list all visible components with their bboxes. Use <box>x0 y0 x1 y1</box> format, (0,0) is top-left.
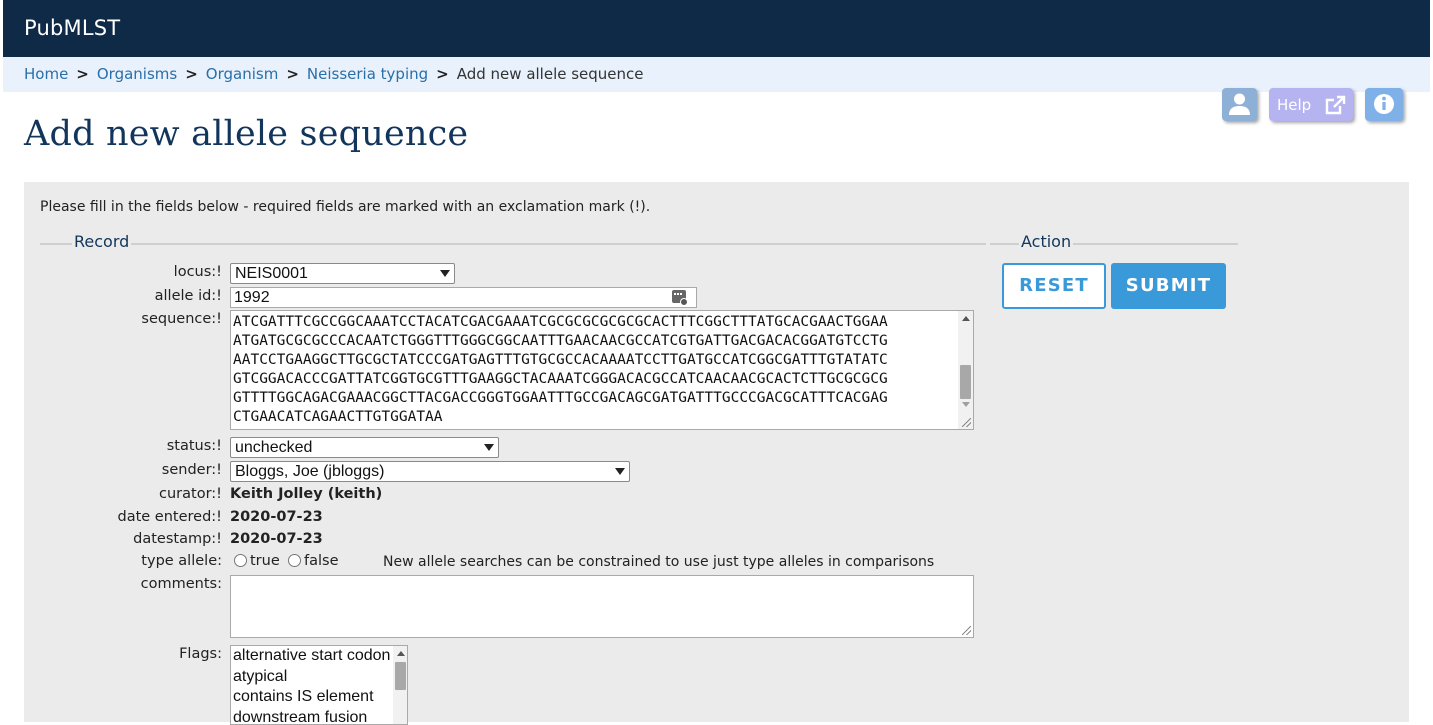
sequence-line: AATCCTGAAGGCTTGCGCTATCCCGATGAGTTTGTGCGCC… <box>233 351 973 370</box>
allele-id-label: allele id:! <box>22 288 222 304</box>
breadcrumb-separator: > <box>436 65 449 83</box>
sequence-line: ATGATGCGCGCCCACAATCTGGGTTTGGGCGGCAATTTGA… <box>233 332 973 351</box>
breadcrumb-home[interactable]: Home <box>24 65 68 83</box>
date-entered-label: date entered:! <box>22 509 222 525</box>
breadcrumb-separator: > <box>185 65 198 83</box>
status-select[interactable]: unchecked <box>230 437 499 458</box>
breadcrumb-organism[interactable]: Organism <box>206 65 279 83</box>
date-entered-value: 2020-07-23 <box>230 509 323 525</box>
status-label: status:! <box>22 438 222 454</box>
curator-value: Keith Jolley (keith) <box>230 486 382 502</box>
user-icon <box>1222 88 1257 121</box>
breadcrumb: Home > Organisms > Organism > Neisseria typing… <box>3 57 1430 92</box>
locus-select-value: NEIS0001 <box>235 265 308 282</box>
sequence-line: GTCGGACACCCGATTATCGGTGCGTTTGAAGGCTACAAAT… <box>233 370 973 389</box>
sequence-label: sequence:! <box>22 311 222 327</box>
type-allele-note: New allele searches can be constrained t… <box>383 554 934 570</box>
status-select-value: unchecked <box>235 439 312 456</box>
resize-handle-icon[interactable] <box>962 418 971 427</box>
user-button[interactable] <box>1222 88 1257 121</box>
sequence-scrollbar[interactable] <box>958 311 973 429</box>
scroll-up-icon[interactable] <box>397 651 405 656</box>
form-panel: Please fill in the fields below - requir… <box>24 182 1409 722</box>
flags-scrollbar[interactable] <box>393 646 407 724</box>
record-fieldset-border <box>40 243 986 245</box>
info-button[interactable] <box>1365 88 1403 121</box>
type-allele-true-label[interactable]: true <box>250 553 280 569</box>
page-title: Add new allele sequence <box>24 114 468 154</box>
record-legend: Record <box>72 232 131 251</box>
allele-id-value: 1992 <box>234 289 270 306</box>
breadcrumb-separator: > <box>76 65 89 83</box>
keyboard-icon[interactable] <box>672 290 688 306</box>
type-allele-true-radio[interactable] <box>234 554 247 567</box>
locus-label: locus:! <box>22 264 222 280</box>
chevron-down-icon <box>615 468 625 475</box>
info-icon <box>1365 88 1403 121</box>
sender-label: sender:! <box>22 462 222 478</box>
sequence-line: GTTTTGGCAGACGAAACGGCTTACGACCGGGTGGAATTTG… <box>233 389 973 408</box>
breadcrumb-organisms[interactable]: Organisms <box>97 65 177 83</box>
sequence-line: CTGAACATCAGAACTTGTGGATAA <box>233 408 973 427</box>
type-allele-label: type allele: <box>22 553 222 569</box>
flags-option[interactable]: downstream fusion <box>231 708 407 725</box>
chevron-down-icon <box>484 444 494 451</box>
comments-textarea[interactable] <box>230 575 974 638</box>
locus-select[interactable]: NEIS0001 <box>230 263 455 284</box>
type-allele-false-label[interactable]: false <box>304 553 339 569</box>
comments-label: comments: <box>22 576 222 592</box>
sequence-textarea[interactable]: ATCGATTTCGCCGGCAAATCCTACATCGACGAAATCGCGC… <box>230 310 974 430</box>
sender-select-value: Bloggs, Joe (jbloggs) <box>235 463 384 480</box>
chevron-down-icon <box>440 270 450 277</box>
breadcrumb-separator: > <box>286 65 299 83</box>
reset-button[interactable]: RESET <box>1002 263 1106 309</box>
datestamp-label: datestamp:! <box>22 531 222 547</box>
scroll-down-icon[interactable] <box>962 402 970 407</box>
action-legend: Action <box>1019 232 1073 251</box>
scrollbar-thumb[interactable] <box>960 365 971 399</box>
flags-listbox[interactable]: alternative start codon atypical contain… <box>230 645 408 725</box>
form-instructions: Please fill in the fields below - requir… <box>40 199 650 215</box>
type-allele-false-radio[interactable] <box>288 554 301 567</box>
site-brand[interactable]: PubMLST <box>24 16 120 40</box>
sender-select[interactable]: Bloggs, Joe (jbloggs) <box>230 461 630 482</box>
help-button[interactable]: Help <box>1269 88 1353 121</box>
submit-button[interactable]: SUBMIT <box>1111 263 1226 309</box>
top-navbar: PubMLST <box>3 0 1430 57</box>
help-label: Help <box>1277 96 1311 114</box>
flags-option[interactable]: contains IS element <box>231 687 407 708</box>
external-link-icon <box>1323 94 1347 116</box>
flags-option[interactable]: alternative start codon <box>231 646 407 667</box>
flags-label: Flags: <box>22 646 222 662</box>
sequence-line: ATCGATTTCGCCGGCAAATCCTACATCGACGAAATCGCGC… <box>233 313 973 332</box>
resize-handle-icon[interactable] <box>962 626 971 635</box>
scroll-up-icon[interactable] <box>962 316 970 321</box>
curator-label: curator:! <box>22 486 222 502</box>
flags-option[interactable]: atypical <box>231 667 407 688</box>
breadcrumb-neisseria-typing[interactable]: Neisseria typing <box>307 65 428 83</box>
allele-id-input[interactable]: 1992 <box>230 287 697 308</box>
datestamp-value: 2020-07-23 <box>230 531 323 547</box>
scrollbar-thumb[interactable] <box>395 662 406 690</box>
breadcrumb-current: Add new allele sequence <box>457 65 644 83</box>
